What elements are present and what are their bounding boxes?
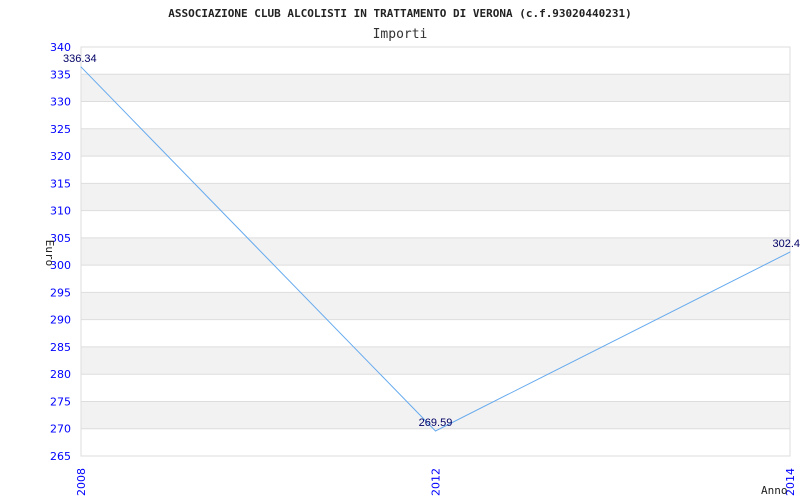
y-tick-label: 335 [50,68,71,81]
y-tick-label: 285 [50,341,71,354]
y-tick-label: 330 [50,96,71,109]
y-tick-label: 315 [50,177,71,190]
grid-band [81,183,790,211]
y-tick-label: 325 [50,123,71,136]
chart-subtitle: Importi [373,27,428,42]
y-tick-label: 275 [50,395,71,408]
y-tick-label: 270 [50,423,71,436]
y-tick-label: 265 [50,450,71,463]
y-tick-label: 295 [50,286,71,299]
grid-band [81,128,790,157]
grid-band [81,265,790,293]
grid-band [81,74,790,102]
grid-band [81,210,790,238]
grid-band [81,374,790,402]
grid-band [81,101,790,129]
data-label: 302.4 [772,238,800,250]
x-tick-label: 2008 [75,468,88,496]
grid-band [81,47,790,75]
data-point [80,66,82,68]
x-tick-label: 2012 [430,468,443,496]
y-tick-label: 290 [50,314,71,327]
y-tick-label: 280 [50,368,71,381]
y-tick-label: 320 [50,150,71,163]
grid-band [81,156,790,184]
data-label: 269.59 [419,417,453,429]
y-axis-label: Euro [43,240,56,267]
y-tick-label: 310 [50,205,71,218]
chart-title: ASSOCIAZIONE CLUB ALCOLISTI IN TRATTAMEN… [168,7,632,20]
data-point [435,430,436,432]
x-axis-label: Anno [761,484,788,497]
data-point [789,251,791,253]
grid-band [81,346,790,375]
line-chart: ASSOCIAZIONE CLUB ALCOLISTI IN TRATTAMEN… [43,7,800,497]
grid-band [81,428,790,456]
grid-band [81,237,790,266]
data-label: 336.34 [63,53,97,65]
grid-band [81,319,790,347]
